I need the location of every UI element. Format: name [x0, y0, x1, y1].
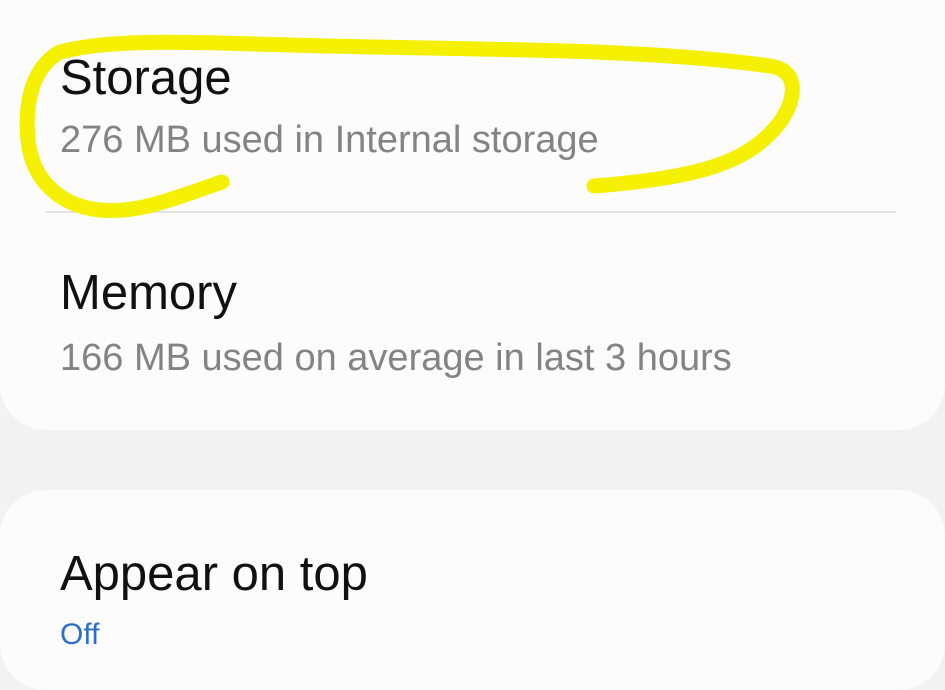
- appear-on-top-title: Appear on top: [60, 547, 368, 601]
- memory-item[interactable]: Memory 166 MB used on average in last 3 …: [60, 214, 895, 404]
- storage-item[interactable]: Storage 276 MB used in Internal storage: [60, 0, 895, 210]
- appear-on-top-item[interactable]: Appear on top Off: [60, 520, 895, 650]
- storage-title: Storage: [60, 51, 232, 105]
- storage-subtitle: 276 MB used in Internal storage: [60, 119, 599, 161]
- memory-title: Memory: [60, 266, 237, 320]
- divider: [46, 211, 896, 213]
- memory-subtitle: 166 MB used on average in last 3 hours: [60, 337, 732, 379]
